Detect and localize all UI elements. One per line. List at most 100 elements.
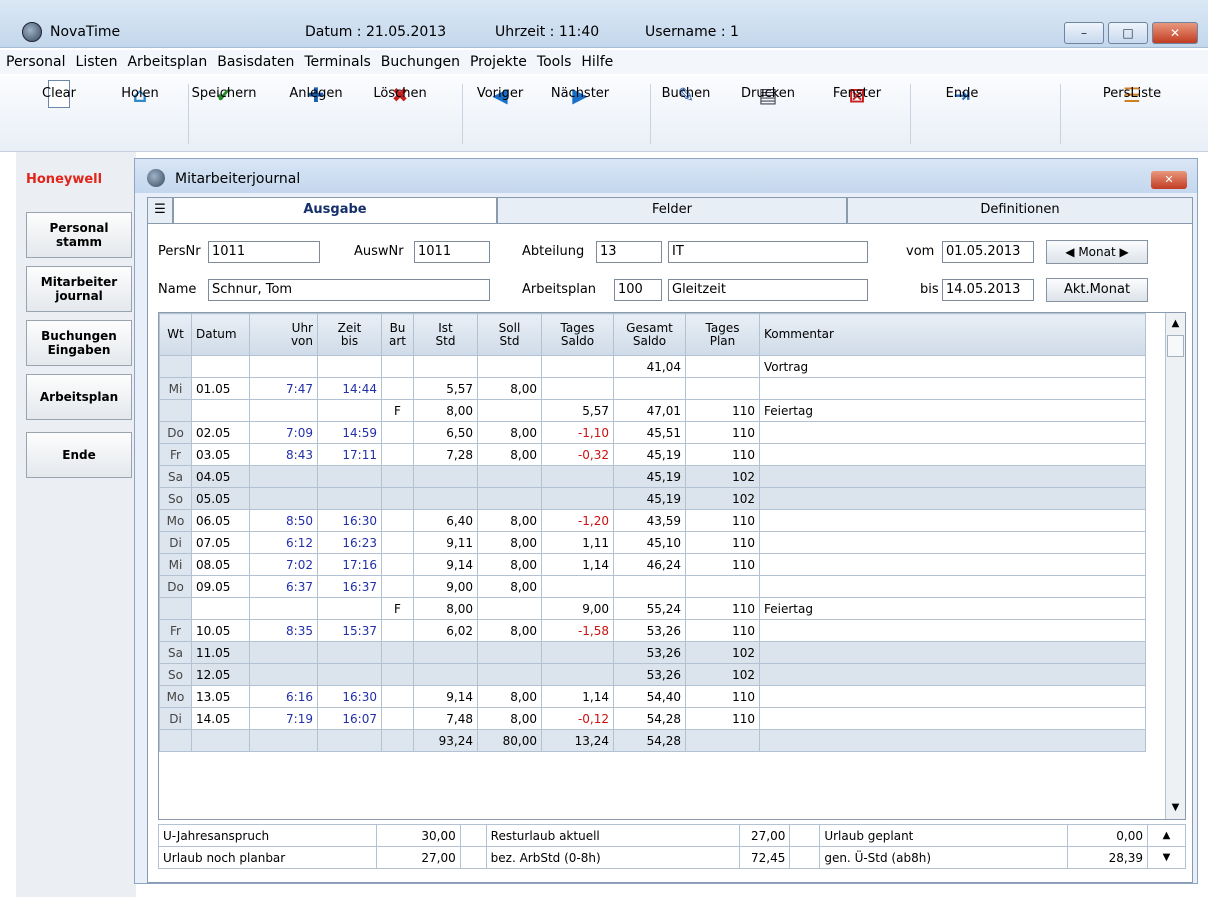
cell-soll[interactable]: 8,00 — [477, 421, 542, 444]
cell-soll[interactable]: 8,00 — [477, 377, 542, 400]
cell-wt[interactable]: So — [159, 487, 192, 510]
cell-von[interactable]: 6:12 — [249, 531, 318, 554]
cell-tages-plan[interactable]: 102 — [685, 663, 760, 686]
cell-soll[interactable] — [477, 355, 542, 378]
cell-datum[interactable]: 10.05 — [191, 619, 250, 642]
cell-tages-plan[interactable]: 110 — [685, 443, 760, 466]
col-header-kommentar[interactable]: Kommentar — [759, 313, 1146, 356]
cell-tages-plan[interactable] — [685, 729, 760, 752]
col-header-tages-saldo[interactable]: Tages Saldo — [541, 313, 614, 356]
cell-gesamt-saldo[interactable]: 45,19 — [613, 465, 686, 488]
tab-menu-icon[interactable]: ☰ — [147, 197, 173, 223]
cell-datum[interactable] — [191, 399, 250, 422]
cell-tages-saldo[interactable]: 5,57 — [541, 399, 614, 422]
cell-tages-plan[interactable]: 102 — [685, 641, 760, 664]
cell-buart[interactable] — [381, 619, 414, 642]
abteilung-name-field[interactable]: IT — [668, 241, 868, 263]
menu-terminals[interactable]: Terminals — [300, 50, 376, 74]
tab-ausgabe[interactable]: Ausgabe — [173, 197, 497, 223]
loeschen-button[interactable]: ✖ Löschen — [373, 80, 426, 110]
table-row[interactable]: So 05.05 45,19 102 — [159, 487, 1146, 510]
table-row[interactable]: Di 07.05 6:12 16:23 9,11 8,00 1,11 45,10 110 — [159, 531, 1146, 554]
cell-von[interactable] — [249, 729, 318, 752]
scroll-thumb[interactable] — [1167, 335, 1184, 357]
cell-wt[interactable] — [159, 729, 192, 752]
cell-kommentar[interactable] — [759, 729, 1146, 752]
table-row[interactable]: So 12.05 53,26 102 — [159, 663, 1146, 686]
cell-soll[interactable] — [477, 465, 542, 488]
cell-bis[interactable]: 16:07 — [317, 707, 382, 730]
cell-tages-saldo[interactable] — [541, 377, 614, 400]
col-header-datum[interactable]: Datum — [191, 313, 250, 356]
cell-soll[interactable]: 8,00 — [477, 553, 542, 576]
cell-buart[interactable] — [381, 553, 414, 576]
cell-ist[interactable]: 5,57 — [413, 377, 478, 400]
akt-monat-button[interactable]: Akt.Monat — [1046, 278, 1148, 302]
cell-datum[interactable]: 01.05 — [191, 377, 250, 400]
cell-buart[interactable] — [381, 575, 414, 598]
cell-ist[interactable]: 7,48 — [413, 707, 478, 730]
cell-von[interactable]: 6:37 — [249, 575, 318, 598]
cell-ist[interactable] — [413, 465, 478, 488]
tab-felder[interactable]: Felder — [497, 197, 847, 223]
cell-kommentar[interactable] — [759, 487, 1146, 510]
cell-wt[interactable]: Mo — [159, 509, 192, 532]
cell-buart[interactable] — [381, 685, 414, 708]
auswnr-field[interactable]: 1011 — [414, 241, 490, 263]
cell-datum[interactable]: 13.05 — [191, 685, 250, 708]
cell-wt[interactable]: Mo — [159, 685, 192, 708]
cell-tages-saldo[interactable] — [541, 355, 614, 378]
col-header-tages-plan[interactable]: Tages Plan — [685, 313, 760, 356]
cell-tages-saldo[interactable] — [541, 663, 614, 686]
table-row[interactable]: Di 14.05 7:19 16:07 7,48 8,00 -0,12 54,28 110 — [159, 707, 1146, 730]
cell-von[interactable] — [249, 641, 318, 664]
cell-tages-saldo[interactable] — [541, 487, 614, 510]
persliste-button[interactable]: ☰ PersListe — [1103, 80, 1161, 110]
sidebar-item-buchungen[interactable]: Buchungen Eingaben — [26, 320, 132, 366]
maximize-button[interactable]: □ — [1108, 22, 1148, 44]
table-row[interactable]: Fr 10.05 8:35 15:37 6,02 8,00 -1,58 53,26 110 — [159, 619, 1146, 642]
cell-wt[interactable] — [159, 597, 192, 620]
cell-ist[interactable]: 6,50 — [413, 421, 478, 444]
arbeitsplan-name-field[interactable]: Gleitzeit — [668, 279, 868, 301]
menu-hilfe[interactable]: Hilfe — [577, 50, 619, 74]
cell-wt[interactable] — [159, 355, 192, 378]
cell-buart[interactable]: F — [381, 597, 414, 620]
cell-wt[interactable]: Fr — [159, 443, 192, 466]
cell-tages-plan[interactable]: 110 — [685, 685, 760, 708]
cell-kommentar[interactable] — [759, 531, 1146, 554]
cell-ist[interactable]: 6,02 — [413, 619, 478, 642]
menu-projekte[interactable]: Projekte — [466, 50, 533, 74]
cell-tages-saldo[interactable] — [541, 641, 614, 664]
cell-tages-plan[interactable] — [685, 575, 760, 598]
cell-tages-plan[interactable] — [685, 377, 760, 400]
col-header-buart[interactable]: Bu art — [381, 313, 414, 356]
clear-button[interactable]: Clear — [42, 80, 76, 108]
sidebar-item-personalstamm[interactable]: Personal stamm — [26, 212, 132, 258]
cell-gesamt-saldo[interactable]: 45,19 — [613, 443, 686, 466]
cell-soll[interactable]: 8,00 — [477, 509, 542, 532]
summary-scroll-up-icon[interactable]: ▲ — [1146, 824, 1187, 847]
cell-tages-plan[interactable]: 110 — [685, 509, 760, 532]
cell-datum[interactable]: 02.05 — [191, 421, 250, 444]
cell-bis[interactable] — [317, 399, 382, 422]
cell-buart[interactable] — [381, 355, 414, 378]
close-button[interactable]: ✕ — [1152, 22, 1198, 44]
summary-scroll-down-icon[interactable]: ▼ — [1146, 846, 1187, 869]
bis-date-field[interactable]: 14.05.2013 — [942, 279, 1034, 301]
cell-soll[interactable]: 8,00 — [477, 443, 542, 466]
cell-gesamt-saldo[interactable]: 45,51 — [613, 421, 686, 444]
cell-von[interactable] — [249, 487, 318, 510]
cell-tages-plan[interactable]: 110 — [685, 399, 760, 422]
cell-wt[interactable]: Sa — [159, 641, 192, 664]
cell-kommentar[interactable] — [759, 509, 1146, 532]
cell-datum[interactable]: 05.05 — [191, 487, 250, 510]
cell-bis[interactable]: 16:30 — [317, 509, 382, 532]
cell-tages-plan[interactable]: 110 — [685, 619, 760, 642]
cell-wt[interactable]: Mi — [159, 553, 192, 576]
cell-kommentar[interactable]: Feiertag — [759, 399, 1146, 422]
cell-datum[interactable] — [191, 729, 250, 752]
cell-buart[interactable] — [381, 421, 414, 444]
cell-ist[interactable]: 8,00 — [413, 399, 478, 422]
cell-buart[interactable] — [381, 729, 414, 752]
